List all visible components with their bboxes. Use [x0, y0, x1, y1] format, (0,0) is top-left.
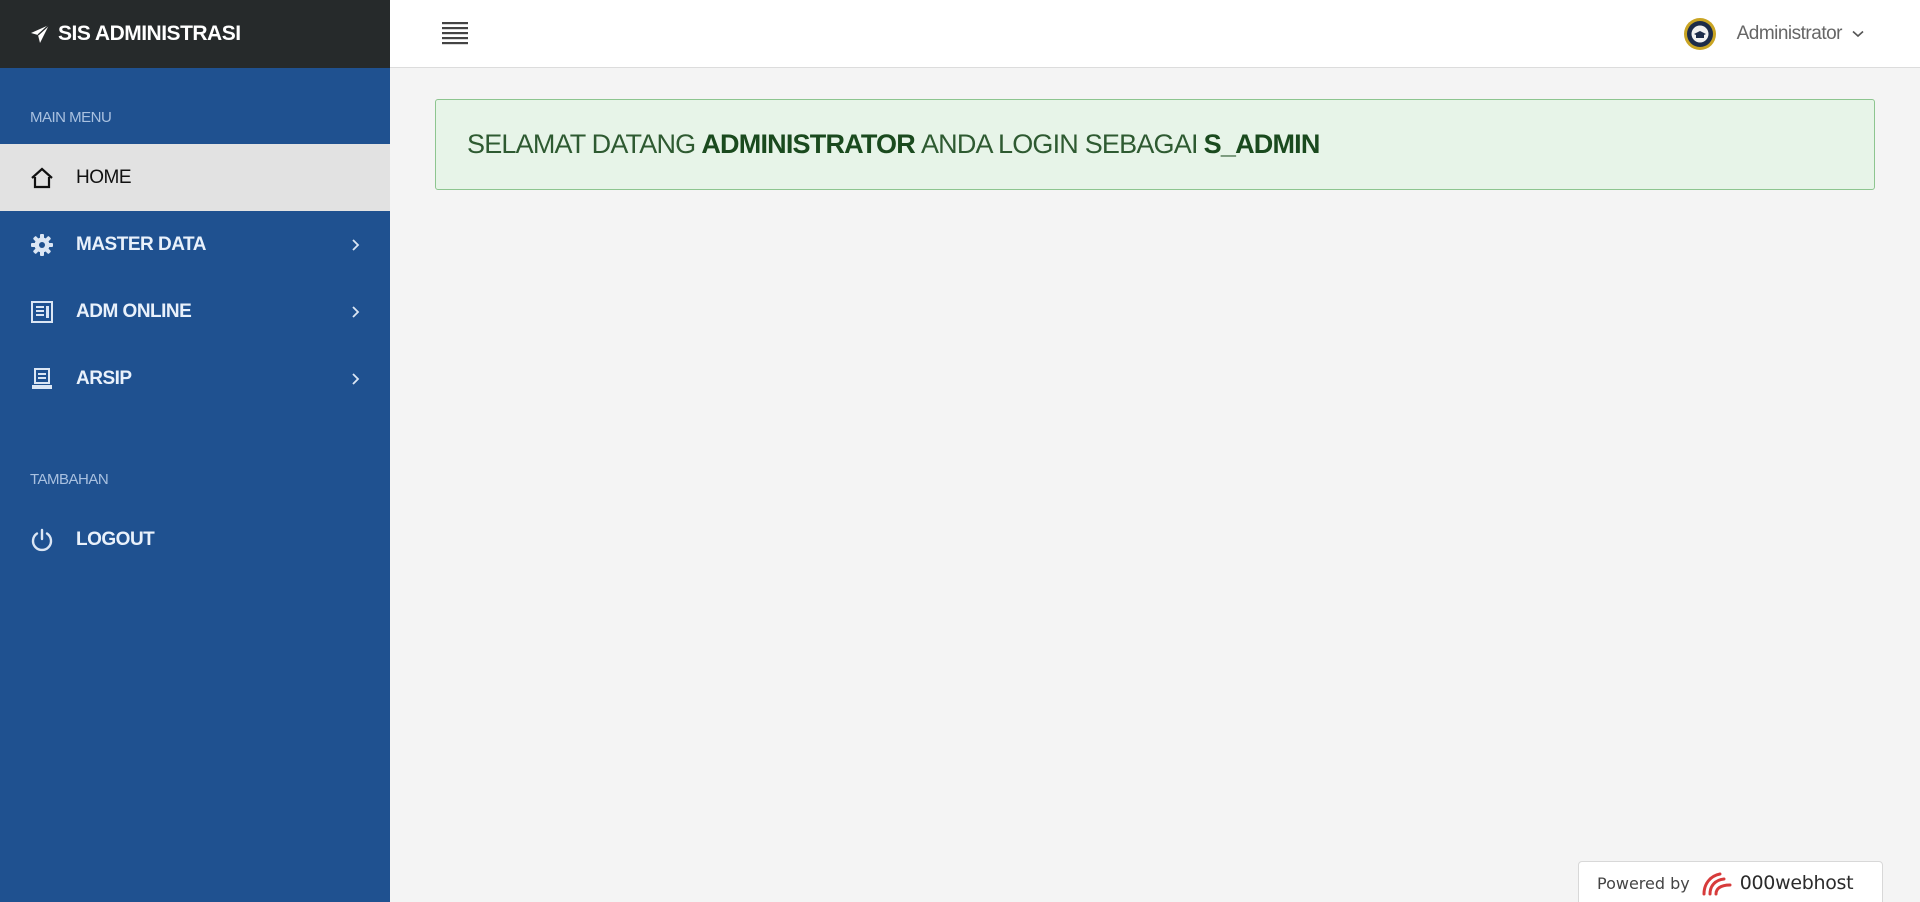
chevron-down-icon — [1852, 30, 1864, 38]
sidebar-item-label: HOME — [76, 166, 132, 188]
hamburger-menu-icon[interactable] — [442, 21, 468, 45]
gear-icon — [30, 233, 54, 257]
sidebar-item-label: ADM ONLINE — [76, 300, 192, 322]
sidebar-item-adm-online[interactable]: ADM ONLINE — [0, 278, 390, 345]
host-name: 000webhost — [1739, 872, 1854, 894]
document-icon — [30, 300, 54, 324]
welcome-alert: SELAMAT DATANG ADMINISTRATOR ANDA LOGIN … — [435, 99, 1875, 190]
top-bar: Administrator — [390, 0, 1920, 68]
tambahan-heading: TAMBAHAN — [30, 471, 109, 488]
sidebar-item-label: MASTER DATA — [76, 233, 206, 255]
welcome-prefix: SELAMAT DATANG — [467, 129, 696, 159]
sidebar-item-logout[interactable]: LOGOUT — [0, 506, 390, 573]
brand-title: SIS ADMINISTRASI — [58, 22, 241, 45]
brand-bar[interactable]: SIS ADMINISTRASI — [0, 0, 390, 68]
sidebar: SIS ADMINISTRASI MAIN MENU HOME MASTER D… — [0, 0, 390, 902]
sidebar-item-label: ARSIP — [76, 367, 132, 389]
avatar — [1683, 18, 1716, 50]
archive-icon — [30, 367, 54, 391]
user-name: Administrator — [1736, 23, 1843, 44]
home-icon — [30, 166, 54, 190]
sidebar-item-home[interactable]: HOME — [0, 144, 390, 211]
sidebar-item-arsip[interactable]: ARSIP — [0, 345, 390, 412]
powered-by-badge[interactable]: Powered by 000webhost — [1578, 861, 1883, 902]
welcome-user: ADMINISTRATOR — [701, 129, 915, 159]
paper-plane-icon — [31, 24, 50, 43]
welcome-middle: ANDA LOGIN SEBAGAI — [920, 129, 1199, 159]
webhost-logo-icon — [1702, 872, 1732, 896]
power-icon — [30, 528, 54, 552]
powered-by-label: Powered by — [1597, 873, 1690, 893]
chevron-right-icon — [352, 372, 360, 385]
chevron-right-icon — [352, 238, 360, 251]
main-menu-heading: MAIN MENU — [30, 109, 112, 126]
sidebar-item-label: LOGOUT — [76, 528, 155, 550]
user-menu[interactable]: Administrator — [1683, 14, 1864, 54]
sidebar-item-master-data[interactable]: MASTER DATA — [0, 211, 390, 278]
welcome-role: S_ADMIN — [1203, 129, 1321, 159]
chevron-right-icon — [352, 305, 360, 318]
